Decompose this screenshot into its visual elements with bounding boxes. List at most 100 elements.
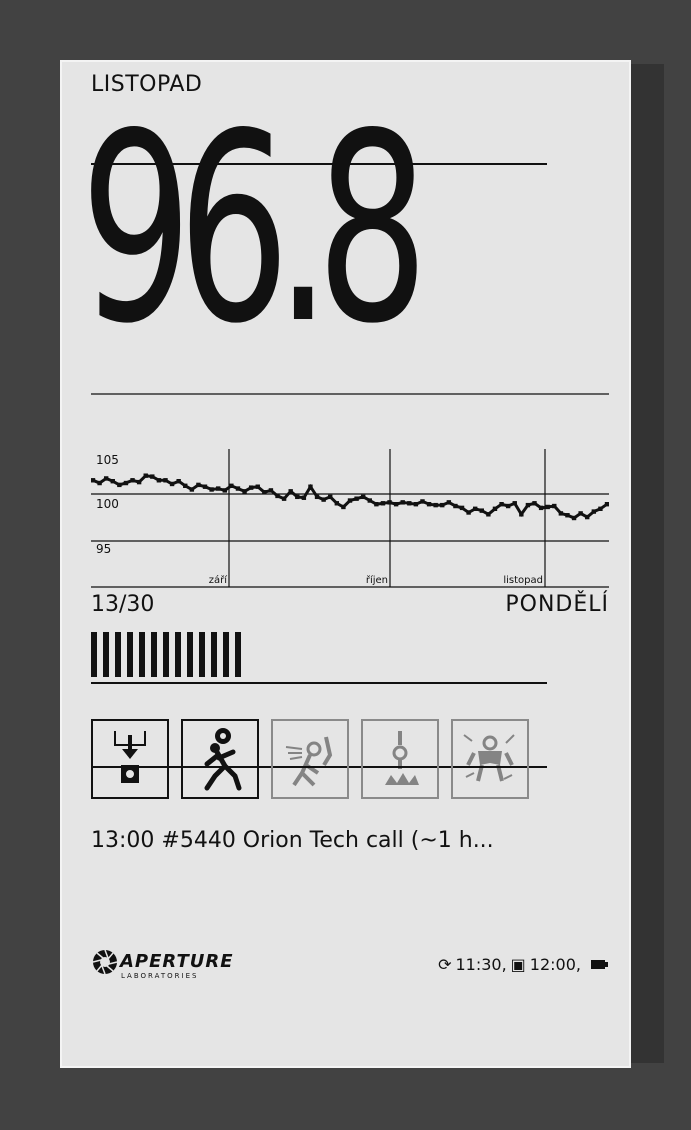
data-point [255,484,260,489]
data-point [512,501,517,506]
progress-day-bar [151,632,157,677]
data-point [209,487,214,492]
progress-day-bar [115,632,121,677]
weekday-label: PONDĚLÍ [505,592,609,617]
progress-day-bar [127,632,133,677]
data-point [374,502,379,507]
data-point [413,502,419,507]
month-label: září [209,574,228,586]
progress-day-bar [223,632,229,677]
data-point [492,506,498,511]
data-point [183,483,188,488]
data-point [604,502,609,507]
logo-subtext: LABORATORIES [121,972,199,980]
data-point [268,488,274,493]
data-point [433,502,438,508]
data-point [130,478,135,483]
progress-day-bar [103,632,109,677]
data-point [367,498,372,503]
data-point [328,494,333,500]
data-point [400,500,405,505]
data-point [229,483,234,488]
progress-day-bar [187,632,193,677]
data-point [486,512,491,517]
running-person-icon [181,719,259,799]
data-point [360,494,366,500]
data-point [538,505,544,511]
data-point [505,503,511,509]
data-point [380,501,386,506]
data-point [499,502,504,507]
big-value: 96.8 [80,79,429,381]
data-point [334,501,340,506]
status-bar: ⟳ 11:30, ▣ 12:00, [438,955,608,974]
data-point [196,482,201,488]
data-point [235,486,241,491]
refresh-icon: ⟳ [438,955,452,974]
progress-day-bar [139,632,145,677]
data-point [308,484,313,489]
month-label: listopad [503,575,543,586]
data-point [143,473,148,478]
data-point [453,503,458,509]
data-point [110,479,115,484]
aperture-logo-icon [92,949,118,975]
data-point [314,494,320,500]
trend-chart: 105 100 95 září říjen listopad [91,393,609,588]
data-point [262,490,267,495]
data-point [97,480,102,486]
data-point [189,487,195,492]
sync-time: 11:30, [455,955,507,974]
progress-day-bar [199,632,205,677]
calendar-time: 12:00, [529,955,581,974]
data-point [545,504,550,510]
data-point [103,476,109,481]
day-counter: 13/30 [91,592,155,617]
data-point [387,500,392,505]
data-point [426,502,432,507]
progress-day-bar [211,632,217,677]
data-point [420,499,425,504]
month-label: říjen [366,574,388,586]
data-point [136,479,142,485]
data-point [295,494,300,500]
progress-day-bar [235,632,241,677]
data-point [393,502,399,507]
data-point [163,478,168,483]
electrocuted-person-icon [451,719,529,799]
calendar-icon: ▣ [510,955,526,974]
data-point [347,498,353,503]
data-point [473,506,478,511]
data-point [598,506,603,511]
data-point [571,515,577,521]
battery-icon [591,960,608,969]
data-point [169,481,175,487]
data-point [91,478,96,483]
data-point [288,489,293,494]
data-point [552,503,557,509]
data-point [242,489,247,494]
screen-shadow [630,64,664,1063]
activity-icons [91,719,529,799]
progress-day-bar [163,632,169,677]
y-tick-label: 105 [96,453,119,467]
next-event[interactable]: 13:00 #5440 Orion Tech call (~1 h... [91,828,494,853]
calendar-rule [91,682,547,684]
progress-day-bar [175,632,181,677]
logo-wordmark: APERTURE [120,951,234,972]
data-point [248,485,254,490]
data-point [407,501,412,506]
data-point [275,493,280,499]
data-point [519,512,524,517]
data-point [216,486,221,491]
data-point [591,509,597,514]
data-point [341,504,346,510]
data-point [150,474,155,479]
data-point [281,496,287,501]
data-point [156,478,162,483]
month-progress [91,632,241,677]
data-point [222,488,227,493]
cube-drop-icon [91,719,169,799]
person-hit-icon [271,719,349,799]
data-point [565,513,570,518]
